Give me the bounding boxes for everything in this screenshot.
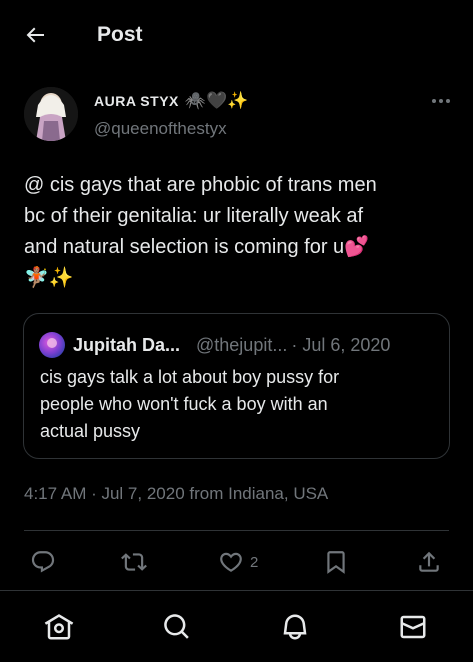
- bookmark-icon: [327, 551, 345, 574]
- repost-icon: [121, 553, 147, 571]
- nav-notifications[interactable]: [279, 611, 311, 643]
- bottom-navigation: [0, 590, 473, 662]
- post-text-line: and natural selection is coming for u💕: [24, 236, 370, 258]
- repost-button[interactable]: [121, 548, 147, 576]
- home-icon: [44, 614, 74, 640]
- more-options-button[interactable]: [428, 91, 454, 111]
- top-bar: Post: [0, 0, 473, 70]
- display-name-row: AURA STYX 🕷️🖤✨: [94, 91, 248, 111]
- post-text-line: bc of their genitalia: ur literally weak…: [24, 205, 364, 227]
- post-author: AURA STYX 🕷️🖤✨ @queenofthestyx: [24, 87, 454, 143]
- envelope-icon: [400, 615, 426, 639]
- divider: [24, 530, 449, 531]
- quoted-avatar-image: [39, 332, 65, 358]
- quoted-avatar: [39, 332, 65, 358]
- nav-explore[interactable]: [161, 611, 193, 643]
- search-icon: [164, 614, 189, 639]
- quoted-handle: @thejupit...: [196, 334, 288, 355]
- nav-home[interactable]: [43, 611, 75, 643]
- quoted-post[interactable]: Jupitah Da... @thejupit... · Jul 6, 2020…: [23, 313, 450, 459]
- quoted-text-line: people who won't fuck a boy with an: [40, 394, 328, 414]
- quoted-date: · Jul 6, 2020: [291, 334, 391, 355]
- back-button[interactable]: [22, 22, 48, 48]
- like-count: 2: [250, 553, 259, 571]
- like-button[interactable]: 2: [218, 548, 258, 576]
- reply-icon: [31, 551, 55, 573]
- page-title: Post: [97, 23, 143, 46]
- bookmark-button[interactable]: [323, 548, 349, 576]
- action-bar: 2: [0, 546, 473, 578]
- post-timestamp[interactable]: 4:17 AM · Jul 7, 2020 from Indiana, USA: [24, 484, 328, 504]
- quoted-text-line: cis gays talk a lot about boy pussy for: [40, 367, 340, 387]
- post-text-line: 🧚🏽✨: [24, 267, 74, 289]
- share-button[interactable]: [416, 548, 442, 576]
- display-name[interactable]: AURA STYX: [94, 93, 179, 109]
- post-text: @ cis gays that are phobic of trans men …: [24, 170, 454, 294]
- quoted-display-name: Jupitah Da...: [73, 334, 181, 355]
- nav-messages[interactable]: [397, 611, 429, 643]
- more-dot-icon: [432, 99, 436, 103]
- quoted-text: cis gays talk a lot about boy pussy for …: [40, 364, 430, 445]
- more-dot-icon: [446, 99, 450, 103]
- heart-icon: [220, 552, 242, 572]
- user-handle[interactable]: @queenofthestyx: [94, 119, 227, 139]
- avatar-image: [24, 87, 78, 141]
- quoted-text-line: actual pussy: [40, 421, 141, 441]
- arrow-left-icon: [26, 27, 44, 43]
- more-dot-icon: [439, 99, 443, 103]
- avatar[interactable]: [24, 87, 78, 141]
- reply-button[interactable]: [30, 548, 56, 576]
- name-emojis: 🕷️🖤✨: [184, 91, 249, 110]
- bell-icon: [283, 614, 307, 640]
- share-icon: [419, 551, 439, 572]
- post-text-line: @ cis gays that are phobic of trans men: [24, 174, 377, 196]
- quoted-post-header: Jupitah Da... @thejupit... · Jul 6, 2020: [39, 332, 390, 358]
